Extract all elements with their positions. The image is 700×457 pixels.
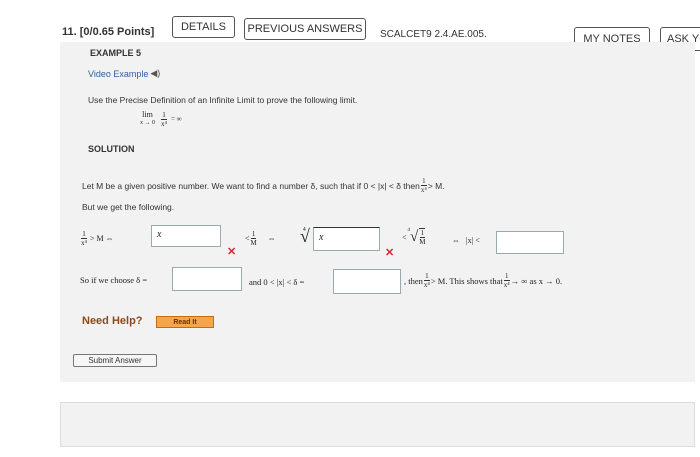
step-root: < 4 √ 1 M [402, 228, 426, 246]
answer-box-2-value: x [319, 232, 324, 243]
lim-label: lim [142, 110, 153, 119]
solution-heading: SOLUTION [88, 144, 135, 154]
answer-box-3[interactable] [496, 231, 564, 254]
solution-intro: Let M be a given positive number. We wan… [82, 177, 445, 194]
shows-frac-den: x⁴ [503, 281, 510, 289]
step-mid-lt: < [245, 234, 250, 243]
limit-denominator: x⁴ [161, 119, 167, 128]
step-root-den: M [419, 238, 426, 246]
video-example-label: Video Example [88, 68, 149, 79]
intro-frac-den: x⁴ [420, 186, 427, 194]
intro-tail: > M. [427, 180, 445, 191]
incorrect-icon-2: ✕ [385, 247, 395, 259]
example-panel [60, 42, 695, 382]
shows-frac-num: 1 [504, 272, 510, 281]
step-root-lt: < [402, 232, 407, 242]
speaker-icon: ◀) [150, 68, 161, 78]
question-header: 11. [0/0.65 Points] [62, 26, 154, 38]
limit-rhs: = ∞ [170, 115, 182, 123]
previous-answers-button[interactable]: PREVIOUS ANSWERS [244, 18, 366, 40]
step-left-rel: > M ⇔ [89, 234, 114, 243]
following-text: But we get the following. [82, 202, 175, 212]
then-frac-den: x⁴ [423, 281, 430, 289]
step-mid-iff: ⇔ [267, 234, 276, 243]
step-left-den: x⁴ [81, 239, 87, 247]
submit-answer-button[interactable]: Submit Answer [73, 354, 157, 367]
and-text: and 0 < |x| < δ = [249, 277, 305, 287]
root-index-1: 4 [303, 227, 306, 233]
abs-expression: ⇔ |x| < [452, 236, 480, 245]
question-number: 11. [62, 26, 77, 38]
delta-input[interactable] [172, 267, 242, 291]
incorrect-icon-1: ✕ [227, 246, 237, 258]
limit-expression: lim x → 0 1 x⁴ = ∞ [140, 110, 182, 128]
answer-box-1-value: x [157, 229, 162, 240]
conclusion-text: → ∞ as x → 0. [510, 275, 563, 286]
instruction-text: Use the Precise Definition of an Infinit… [88, 95, 358, 105]
next-question-panel [60, 402, 695, 447]
step-mid: < 1 M ⇔ [245, 230, 276, 247]
shows-text: > M. This shows that [430, 275, 503, 286]
delta-value-input[interactable] [333, 269, 401, 294]
answer-box-2[interactable]: x [313, 227, 380, 251]
lim-subscript: x → 0 [140, 120, 155, 126]
choose-prefix: So if we choose δ = [80, 275, 148, 285]
radical-icon-2: √ [410, 228, 419, 245]
then-text: , then [404, 275, 423, 286]
step-left-num: 1 [81, 230, 87, 239]
step-mid-num: 1 [250, 230, 257, 239]
problem-code: SCALCET9 2.4.AE.005. [380, 29, 487, 40]
example-title: EXAMPLE 5 [90, 48, 142, 58]
conclusion-row: , then 1 x⁴ > M. This shows that 1 x⁴ → … [404, 272, 562, 289]
step-left: 1 x⁴ > M ⇔ [80, 230, 114, 247]
solution-intro-text: Let M be a given positive number. We wan… [82, 180, 420, 191]
limit-numerator: 1 [161, 110, 167, 120]
step-mid-den: M [250, 239, 257, 247]
question-points: [0/0.65 Points] [79, 26, 155, 38]
then-frac-num: 1 [424, 272, 430, 281]
need-help-label: Need Help? [82, 315, 143, 327]
details-button[interactable]: DETAILS [172, 16, 235, 38]
intro-frac-num: 1 [421, 177, 427, 186]
answer-box-1[interactable]: x [151, 225, 221, 247]
step-root-num: 1 [419, 229, 426, 238]
video-example-link[interactable]: Video Example ◀) [88, 68, 160, 79]
read-it-button[interactable]: Read It [156, 316, 214, 328]
